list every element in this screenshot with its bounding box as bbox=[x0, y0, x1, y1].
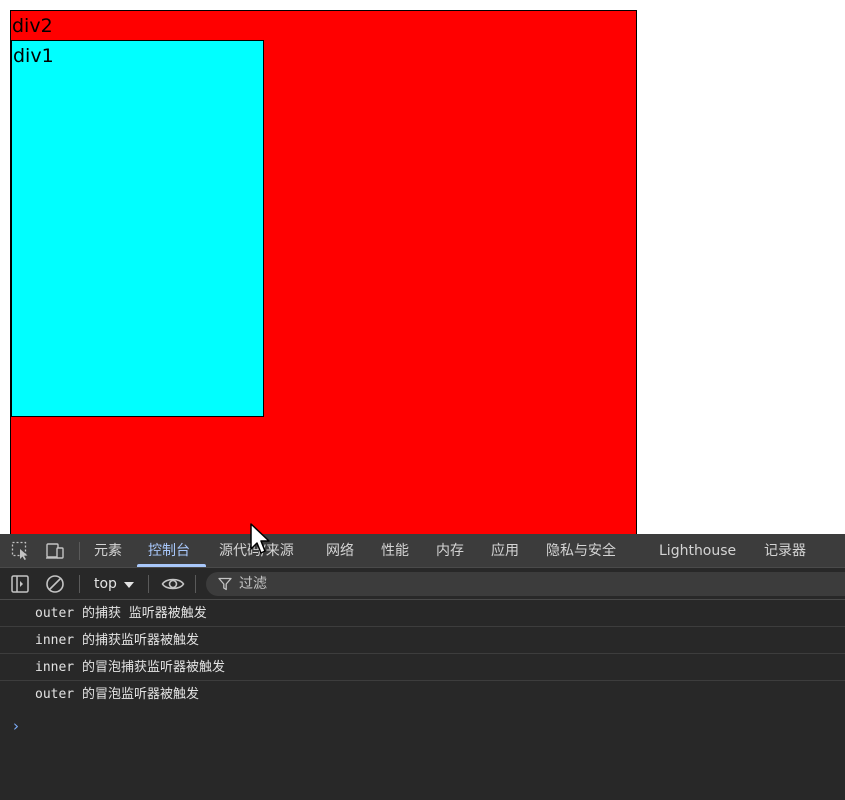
context-selector[interactable]: top bbox=[94, 568, 117, 600]
console-message-text: inner 的捕获监听器被触发 bbox=[35, 633, 199, 648]
tab-recorder[interactable]: 记录器 bbox=[764, 534, 806, 568]
live-expression-icon[interactable] bbox=[161, 574, 185, 594]
div2-label: div2 bbox=[12, 15, 53, 37]
console-output: outer 的捕获 监听器被触发 inner 的捕获监听器被触发 inner 的… bbox=[0, 601, 845, 800]
tab-performance[interactable]: 性能 bbox=[381, 534, 409, 568]
tab-network[interactable]: 网络 bbox=[326, 534, 354, 568]
page-viewport: div2 div1 bbox=[0, 0, 845, 534]
toolbar-divider bbox=[79, 542, 80, 560]
tab-console[interactable]: 控制台 bbox=[148, 534, 190, 568]
tab-application[interactable]: 应用 bbox=[491, 534, 519, 568]
console-toolbar: top 过滤 bbox=[0, 568, 845, 600]
filter-placeholder: 过滤 bbox=[239, 576, 267, 592]
toolbar-divider bbox=[195, 575, 196, 593]
inspect-element-icon[interactable] bbox=[11, 541, 31, 561]
console-message: outer 的捕获 监听器被触发 bbox=[0, 601, 845, 627]
console-prompt-icon[interactable]: › bbox=[13, 716, 19, 736]
console-message-text: outer 的冒泡监听器被触发 bbox=[35, 687, 199, 702]
toolbar-divider bbox=[148, 575, 149, 593]
tab-privacy-security[interactable]: 隐私与安全 bbox=[546, 534, 616, 568]
clear-console-icon[interactable] bbox=[45, 574, 65, 594]
device-toolbar-icon[interactable] bbox=[45, 541, 65, 561]
toolbar-divider bbox=[79, 575, 80, 593]
console-message: inner 的捕获监听器被触发 bbox=[0, 628, 845, 654]
console-message-text: outer 的捕获 监听器被触发 bbox=[35, 606, 207, 621]
devtools-tab-bar: 元素 控制台 源代码/来源 网络 性能 内存 应用 隐私与安全 Lighthou… bbox=[0, 534, 845, 568]
mouse-cursor-icon bbox=[250, 523, 270, 554]
filter-icon bbox=[218, 577, 232, 591]
div1-label: div1 bbox=[13, 45, 54, 67]
sidebar-toggle-icon[interactable] bbox=[10, 574, 30, 594]
tab-elements[interactable]: 元素 bbox=[94, 534, 122, 568]
console-message-text: inner 的冒泡捕获监听器被触发 bbox=[35, 660, 225, 675]
div2-outer-box[interactable]: div2 div1 bbox=[10, 10, 637, 534]
console-message: outer 的冒泡监听器被触发 bbox=[0, 682, 845, 708]
devtools-panel: 元素 控制台 源代码/来源 网络 性能 内存 应用 隐私与安全 Lighthou… bbox=[0, 534, 845, 800]
active-tab-indicator bbox=[137, 564, 206, 567]
chevron-down-icon[interactable] bbox=[124, 582, 134, 588]
tab-memory[interactable]: 内存 bbox=[436, 534, 464, 568]
console-message: inner 的冒泡捕获监听器被触发 bbox=[0, 655, 845, 681]
filter-input[interactable]: 过滤 bbox=[206, 572, 845, 596]
div1-inner-box[interactable]: div1 bbox=[11, 40, 264, 417]
tab-lighthouse[interactable]: Lighthouse bbox=[659, 534, 736, 568]
